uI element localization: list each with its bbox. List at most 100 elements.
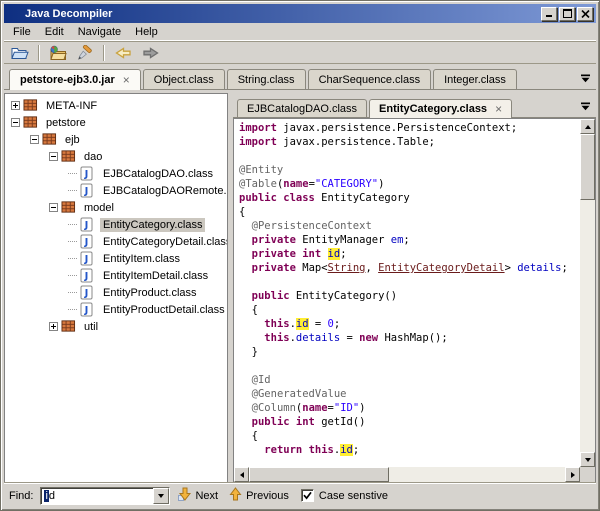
- tree-item-label: EntityItem.class: [100, 252, 183, 266]
- app-coffee-icon: [7, 7, 21, 21]
- tree-item-label: EntityCategoryDetail.class: [100, 235, 228, 249]
- find-next-button[interactable]: Next: [175, 486, 221, 505]
- package-icon: [23, 98, 39, 113]
- find-input-text[interactable]: id: [41, 488, 153, 504]
- tree-item-util[interactable]: util: [7, 318, 227, 335]
- code-line: @Column(name="ID"): [239, 401, 580, 415]
- search-button[interactable]: [73, 43, 97, 63]
- package-icon: [42, 132, 58, 147]
- tree-connector: [68, 309, 77, 310]
- tree-item-ejb[interactable]: ejb: [7, 131, 227, 148]
- code-line: {: [239, 205, 580, 219]
- collapse-icon[interactable]: [49, 152, 58, 161]
- scroll-down-button[interactable]: [580, 452, 595, 467]
- collapse-icon[interactable]: [49, 203, 58, 212]
- menu-file[interactable]: File: [6, 24, 38, 40]
- tree-item-entityproductdetail-class[interactable]: JEntityProductDetail.class: [7, 301, 227, 318]
- class-file-icon: J: [80, 234, 96, 249]
- back-button[interactable]: [111, 43, 135, 63]
- tab-object-class[interactable]: Object.class: [143, 69, 225, 89]
- find-label: Find:: [9, 490, 33, 502]
- down-arrow-icon: [585, 458, 591, 465]
- source-code[interactable]: import javax.persistence.PersistenceCont…: [234, 119, 580, 467]
- class-file-icon: J: [80, 217, 96, 232]
- scroll-up-button[interactable]: [580, 119, 595, 134]
- open-file-button[interactable]: [8, 43, 32, 63]
- scroll-right-button[interactable]: [565, 467, 580, 482]
- menu-navigate[interactable]: Navigate: [71, 24, 128, 40]
- tab-charsequence-class[interactable]: CharSequence.class: [308, 69, 432, 89]
- save-all-sources-button[interactable]: [46, 43, 70, 63]
- tree-item-entitycategory-class[interactable]: JEntityCategory.class: [7, 216, 227, 233]
- tab-integer-class[interactable]: Integer.class: [433, 69, 517, 89]
- tree-item-label: petstore: [43, 116, 89, 130]
- vertical-scroll-thumb[interactable]: [580, 134, 595, 200]
- maximize-icon: [563, 9, 572, 18]
- tree-item-dao[interactable]: dao: [7, 148, 227, 165]
- tree-item-entityproduct-class[interactable]: JEntityProduct.class: [7, 284, 227, 301]
- code-line: }: [239, 345, 580, 359]
- type-link[interactable]: EntityCategoryDetail: [378, 262, 504, 274]
- find-input[interactable]: id: [40, 487, 170, 505]
- scrollbar-corner: [580, 467, 595, 482]
- tab-petstore-ejb3-0-jar[interactable]: petstore-ejb3.0.jar×: [9, 69, 141, 90]
- horizontal-scroll-thumb[interactable]: [249, 467, 389, 482]
- tab-list-dropdown-icon[interactable]: [581, 74, 590, 83]
- collapse-icon[interactable]: [30, 135, 39, 144]
- tab-close-icon[interactable]: ×: [495, 105, 502, 113]
- editor-tab-list-dropdown-icon[interactable]: [581, 102, 590, 111]
- menu-edit[interactable]: Edit: [38, 24, 71, 40]
- tree-item-entityitem-class[interactable]: JEntityItem.class: [7, 250, 227, 267]
- tree-connector: [68, 241, 77, 242]
- tab-entitycategory-class[interactable]: EntityCategory.class×: [369, 99, 512, 118]
- find-previous-button[interactable]: Previous: [226, 486, 292, 505]
- tree-item-ejbcatalogdao-class[interactable]: JEJBCatalogDAO.class: [7, 165, 227, 182]
- menu-help[interactable]: Help: [128, 24, 165, 40]
- tree-connector: [68, 173, 77, 174]
- expand-icon[interactable]: [11, 101, 20, 110]
- code-line: public class EntityCategory: [239, 191, 580, 205]
- forward-icon: [142, 46, 159, 60]
- code-line: this.details = new HashMap();: [239, 331, 580, 345]
- horizontal-scroll-track[interactable]: [249, 467, 565, 482]
- forward-button[interactable]: [138, 43, 162, 63]
- maximize-button[interactable]: [559, 7, 575, 21]
- main-content: META-INFpetstoreejbdaoJEJBCatalogDAO.cla…: [4, 90, 596, 483]
- tree-item-petstore[interactable]: petstore: [7, 114, 227, 131]
- tree-item-entitycategorydetail-class[interactable]: J EntityCategoryDetail.class: [7, 233, 227, 250]
- class-file-icon: J: [80, 268, 96, 283]
- package-icon: [61, 200, 77, 215]
- svg-text:J: J: [84, 271, 89, 282]
- app-window: Java Decompiler FileEditNavigateHelp pet…: [0, 0, 600, 511]
- close-icon: [581, 10, 590, 18]
- tree-item-entityitemdetail-class[interactable]: JEntityItemDetail.class: [7, 267, 227, 284]
- code-view: import javax.persistence.PersistenceCont…: [233, 118, 596, 483]
- tree-item-label: model: [81, 201, 117, 215]
- type-link[interactable]: String: [328, 262, 366, 274]
- vertical-scroll-track[interactable]: [580, 134, 595, 452]
- class-file-icon: J: [80, 166, 96, 181]
- expand-icon[interactable]: [49, 322, 58, 331]
- horizontal-scrollbar[interactable]: [234, 467, 580, 482]
- tab-string-class[interactable]: String.class: [227, 69, 306, 89]
- tree-item-ejbcatalogdaoremote-class[interactable]: JEJBCatalogDAORemote.class: [7, 182, 227, 199]
- scroll-left-button[interactable]: [234, 467, 249, 482]
- find-dropdown-button[interactable]: [153, 488, 169, 504]
- up-arrow-icon: [585, 122, 591, 129]
- tab-close-icon[interactable]: ×: [123, 76, 130, 84]
- vertical-scrollbar[interactable]: [580, 119, 595, 467]
- find-previous-label: Previous: [246, 490, 289, 502]
- tree-item-meta-inf[interactable]: META-INF: [7, 97, 227, 114]
- case-sensitive-checkbox[interactable]: [301, 489, 314, 502]
- tab-label: CharSequence.class: [319, 74, 421, 86]
- code-line: @GeneratedValue: [239, 387, 580, 401]
- find-next-label: Next: [195, 490, 218, 502]
- collapse-icon[interactable]: [11, 118, 20, 127]
- code-line: private EntityManager em;: [239, 233, 580, 247]
- tab-ejbcatalogdao-class[interactable]: EJBCatalogDAO.class: [237, 99, 367, 117]
- toolbar: [4, 41, 596, 64]
- close-button[interactable]: [577, 7, 593, 21]
- minimize-button[interactable]: [541, 7, 557, 21]
- class-file-icon: J: [80, 285, 96, 300]
- tree-item-model[interactable]: model: [7, 199, 227, 216]
